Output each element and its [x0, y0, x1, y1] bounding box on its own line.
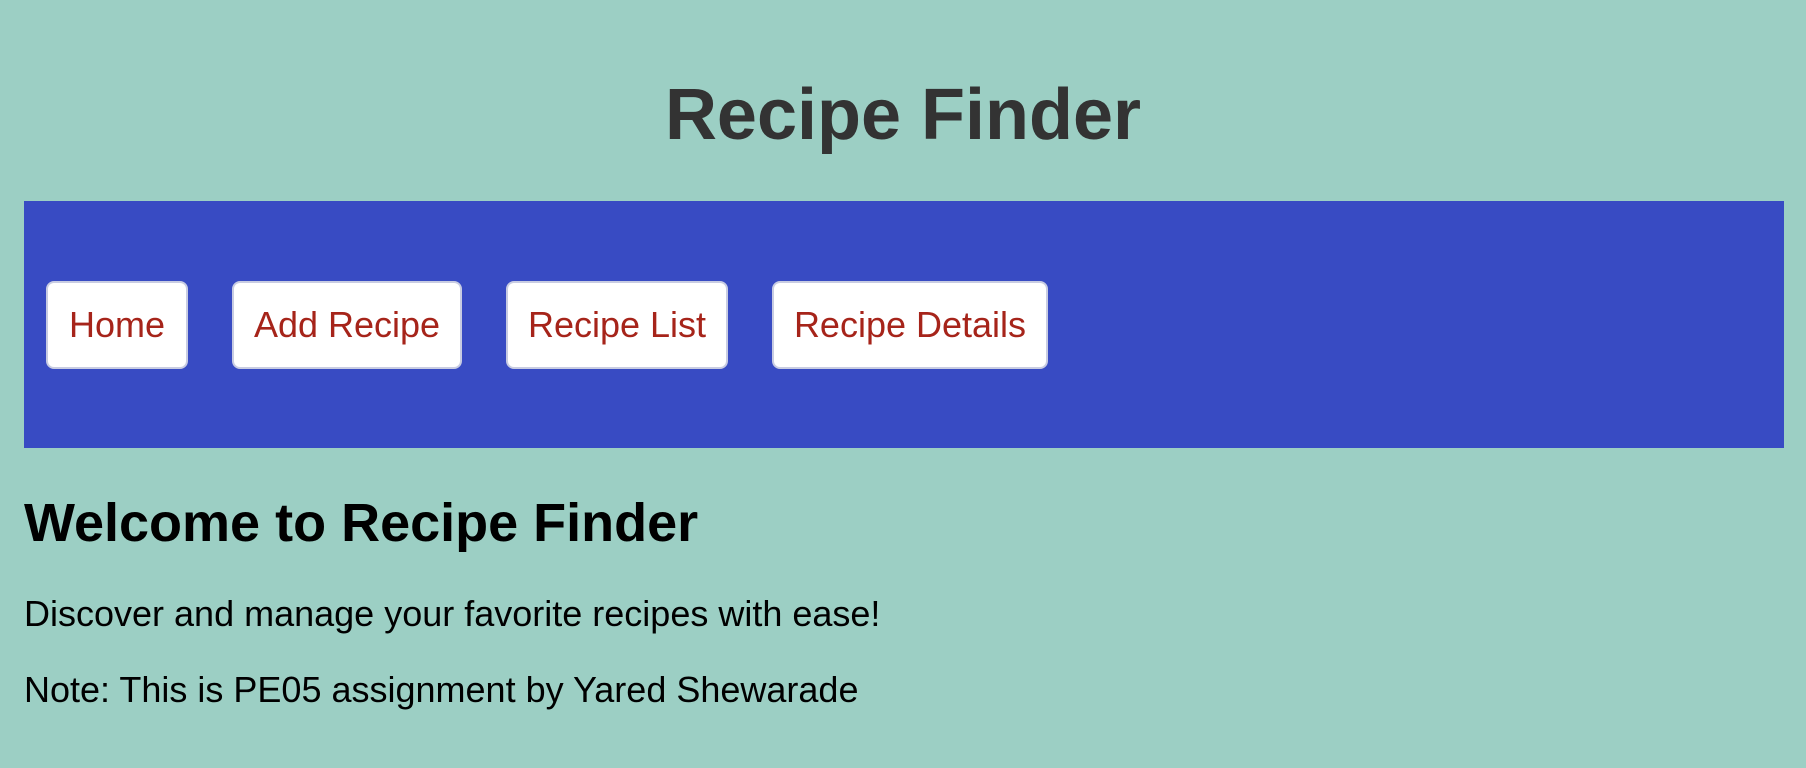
assignment-note: Note: This is PE05 assignment by Yared S…: [24, 669, 859, 710]
welcome-heading: Welcome to Recipe Finder: [24, 493, 699, 553]
app-title: Recipe Finder: [664, 75, 1142, 155]
nav-recipe-list-button[interactable]: Recipe List: [506, 281, 728, 369]
tagline-text: Discover and manage your favorite recipe…: [24, 593, 881, 634]
nav-home-button[interactable]: Home: [46, 281, 188, 369]
main-navigation: Home Add Recipe Recipe List Recipe Detai…: [24, 201, 1784, 448]
nav-recipe-details-button[interactable]: Recipe Details: [772, 281, 1048, 369]
nav-add-recipe-button[interactable]: Add Recipe: [232, 281, 462, 369]
